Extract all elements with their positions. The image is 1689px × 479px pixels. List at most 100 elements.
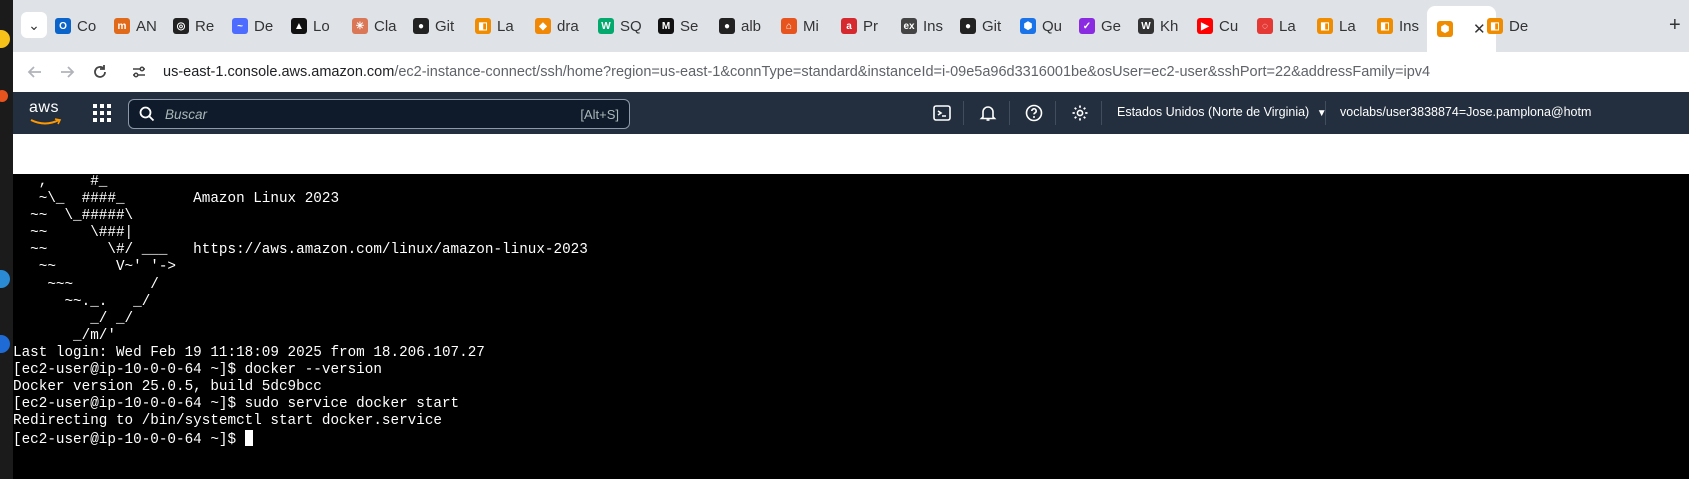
check-icon: ✓ [1079,18,1095,34]
dock-app-icon[interactable] [0,270,10,288]
tab-label: De [1509,17,1529,35]
lab-icon: ◧ [1487,18,1503,34]
tab-label: Cla [374,17,397,35]
aws-search-input[interactable]: Buscar [Alt+S] [128,99,630,129]
tab-ge-17[interactable]: ✓ Ge [1079,10,1131,42]
tab-cla-5[interactable]: ✳ Cla [352,10,404,42]
tab-label: Mi [803,17,819,35]
tab-label: Ins [923,17,944,35]
khan-icon: W [1138,18,1154,34]
terminal-line: _/ _/ [13,310,134,327]
openai-icon: ◎ [173,18,189,34]
tab-la-20[interactable]: ◌ La [1257,10,1309,42]
mo-icon: M [658,18,674,34]
services-grid-icon[interactable] [93,104,111,122]
url-path: /ec2-instance-connect/ssh/home?region=us… [394,64,1431,80]
os-dock [0,0,13,479]
terminal-line: ~\_ ####_ Amazon Linux 2023 [13,191,340,208]
tab-label: De [254,17,274,35]
tab-label: Ge [1101,17,1122,35]
terminal-line: ~~ V~' '-> [13,259,177,276]
terminal-prompt: [ec2-user@ip-10-0-0-64 ~]$ [13,432,245,449]
github-icon: ● [960,18,976,34]
terminal-line: Redirecting to /bin/systemctl start dock… [13,413,442,430]
tab-strip: ⌄ O Co m AN ◎ Re ~ De ▲ Lo ✳ Cla ● Git ◧ La ◆ dra W SQ M Se ● a… [13,0,1689,52]
drawio-icon: ◆ [535,18,551,34]
divider [1009,101,1010,125]
address-bar[interactable]: us-east-1.console.aws.amazon.com/ec2-ins… [125,56,1689,88]
dock-app-icon[interactable] [0,30,10,48]
aws-smile-icon [30,118,62,125]
tab-pr-13[interactable]: a Pr [841,10,893,42]
notifications-bell-icon[interactable] [979,104,997,122]
divider [963,101,964,125]
account-label: voclabs/user3838874=Jose.pamplona@hotm [1340,105,1592,119]
tab-dra-8[interactable]: ◆ dra [535,10,587,42]
tab-ins-22[interactable]: ◧ Ins [1377,10,1429,42]
dock-app-icon[interactable] [0,90,8,102]
terminal-line: _/m/' [13,327,116,344]
tab-label: Kh [1160,17,1179,35]
tab-active-23[interactable]: ⬢ ✕ [1427,6,1496,52]
divider [1101,101,1102,125]
account-menu[interactable]: voclabs/user3838874=Jose.pamplona@hotm [1340,105,1591,119]
region-selector[interactable]: Estados Unidos (Norte de Virginia) ▼ [1117,105,1327,119]
terminal-line: [ec2-user@ip-10-0-0-64 ~]$ docker --vers… [13,362,382,379]
tab-de-3[interactable]: ~ De [232,10,284,42]
cloudshell-icon[interactable] [933,104,951,122]
terminal-lines: , #_ ~\_ ####_ Amazon Linux 2023 ~~ \_##… [13,174,588,429]
url-text[interactable]: us-east-1.console.aws.amazon.com/ec2-ins… [163,64,1430,80]
terminal-line: ~~~ / [13,276,159,293]
help-icon[interactable] [1025,104,1043,122]
tab-re-2[interactable]: ◎ Re [173,10,225,42]
reload-icon[interactable] [88,60,112,84]
terminal-line: ~~ \###| [13,225,134,242]
tab-an-1[interactable]: m AN [114,10,166,42]
tab-alb-11[interactable]: ● alb [719,10,771,42]
aws-logo[interactable]: aws [29,99,65,127]
dock-app-icon[interactable] [0,335,10,353]
terminal[interactable]: , #_ ~\_ ####_ Amazon Linux 2023 ~~ \_##… [13,174,1689,479]
tab-label: Qu [1042,17,1063,35]
tab-sq-9[interactable]: W SQ [598,10,650,42]
new-tab-plus-icon[interactable]: + [1669,14,1681,37]
tab-la-7[interactable]: ◧ La [475,10,527,42]
divider [1055,101,1056,125]
tab-label: Cu [1219,17,1239,35]
tab-ins-14[interactable]: ex Ins [901,10,953,42]
close-tab-icon[interactable]: ✕ [1473,20,1486,38]
tab-cu-19[interactable]: ▶ Cu [1197,10,1249,42]
w3-icon: W [598,18,614,34]
tab-label: La [497,17,514,35]
aws-console-header: aws Buscar [Alt+S] Estados Unidos (Norte… [13,92,1689,134]
tab-la-21[interactable]: ◧ La [1317,10,1369,42]
tab-mi-12[interactable]: ⌂ Mi [781,10,833,42]
settings-gear-icon[interactable] [1071,104,1089,122]
tab-label: SQ [620,17,642,35]
cube-icon: ⬢ [1020,18,1036,34]
tab-git-6[interactable]: ● Git [413,10,465,42]
tab-label: Re [195,17,215,35]
deepseek-icon: ~ [232,18,248,34]
youtube-icon: ▶ [1197,18,1213,34]
tab-qu-16[interactable]: ⬢ Qu [1020,10,1072,42]
lab-icon: ◧ [1377,18,1393,34]
tab-lo-4[interactable]: ▲ Lo [291,10,343,42]
github-icon: ● [719,18,735,34]
github-icon: ● [413,18,429,34]
forward-icon[interactable] [55,60,79,84]
tab-se-10[interactable]: M Se [658,10,710,42]
tab-git-15[interactable]: ● Git [960,10,1012,42]
tab-label: Ins [1399,17,1420,35]
tab-de-24[interactable]: ◧ De [1487,10,1539,42]
tab-search-chevron-icon[interactable]: ⌄ [21,12,47,38]
tab-label: Git [982,17,1002,35]
claude-icon: ✳ [352,18,368,34]
lab-icon: ◧ [475,18,491,34]
tab-co-0[interactable]: O Co [55,10,107,42]
site-info-icon[interactable] [129,62,149,82]
back-icon[interactable] [23,60,47,84]
terminal-output: , #_ ~\_ ####_ Amazon Linux 2023 ~~ \_##… [13,174,588,450]
search-icon [139,106,155,122]
tab-kh-18[interactable]: W Kh [1138,10,1190,42]
